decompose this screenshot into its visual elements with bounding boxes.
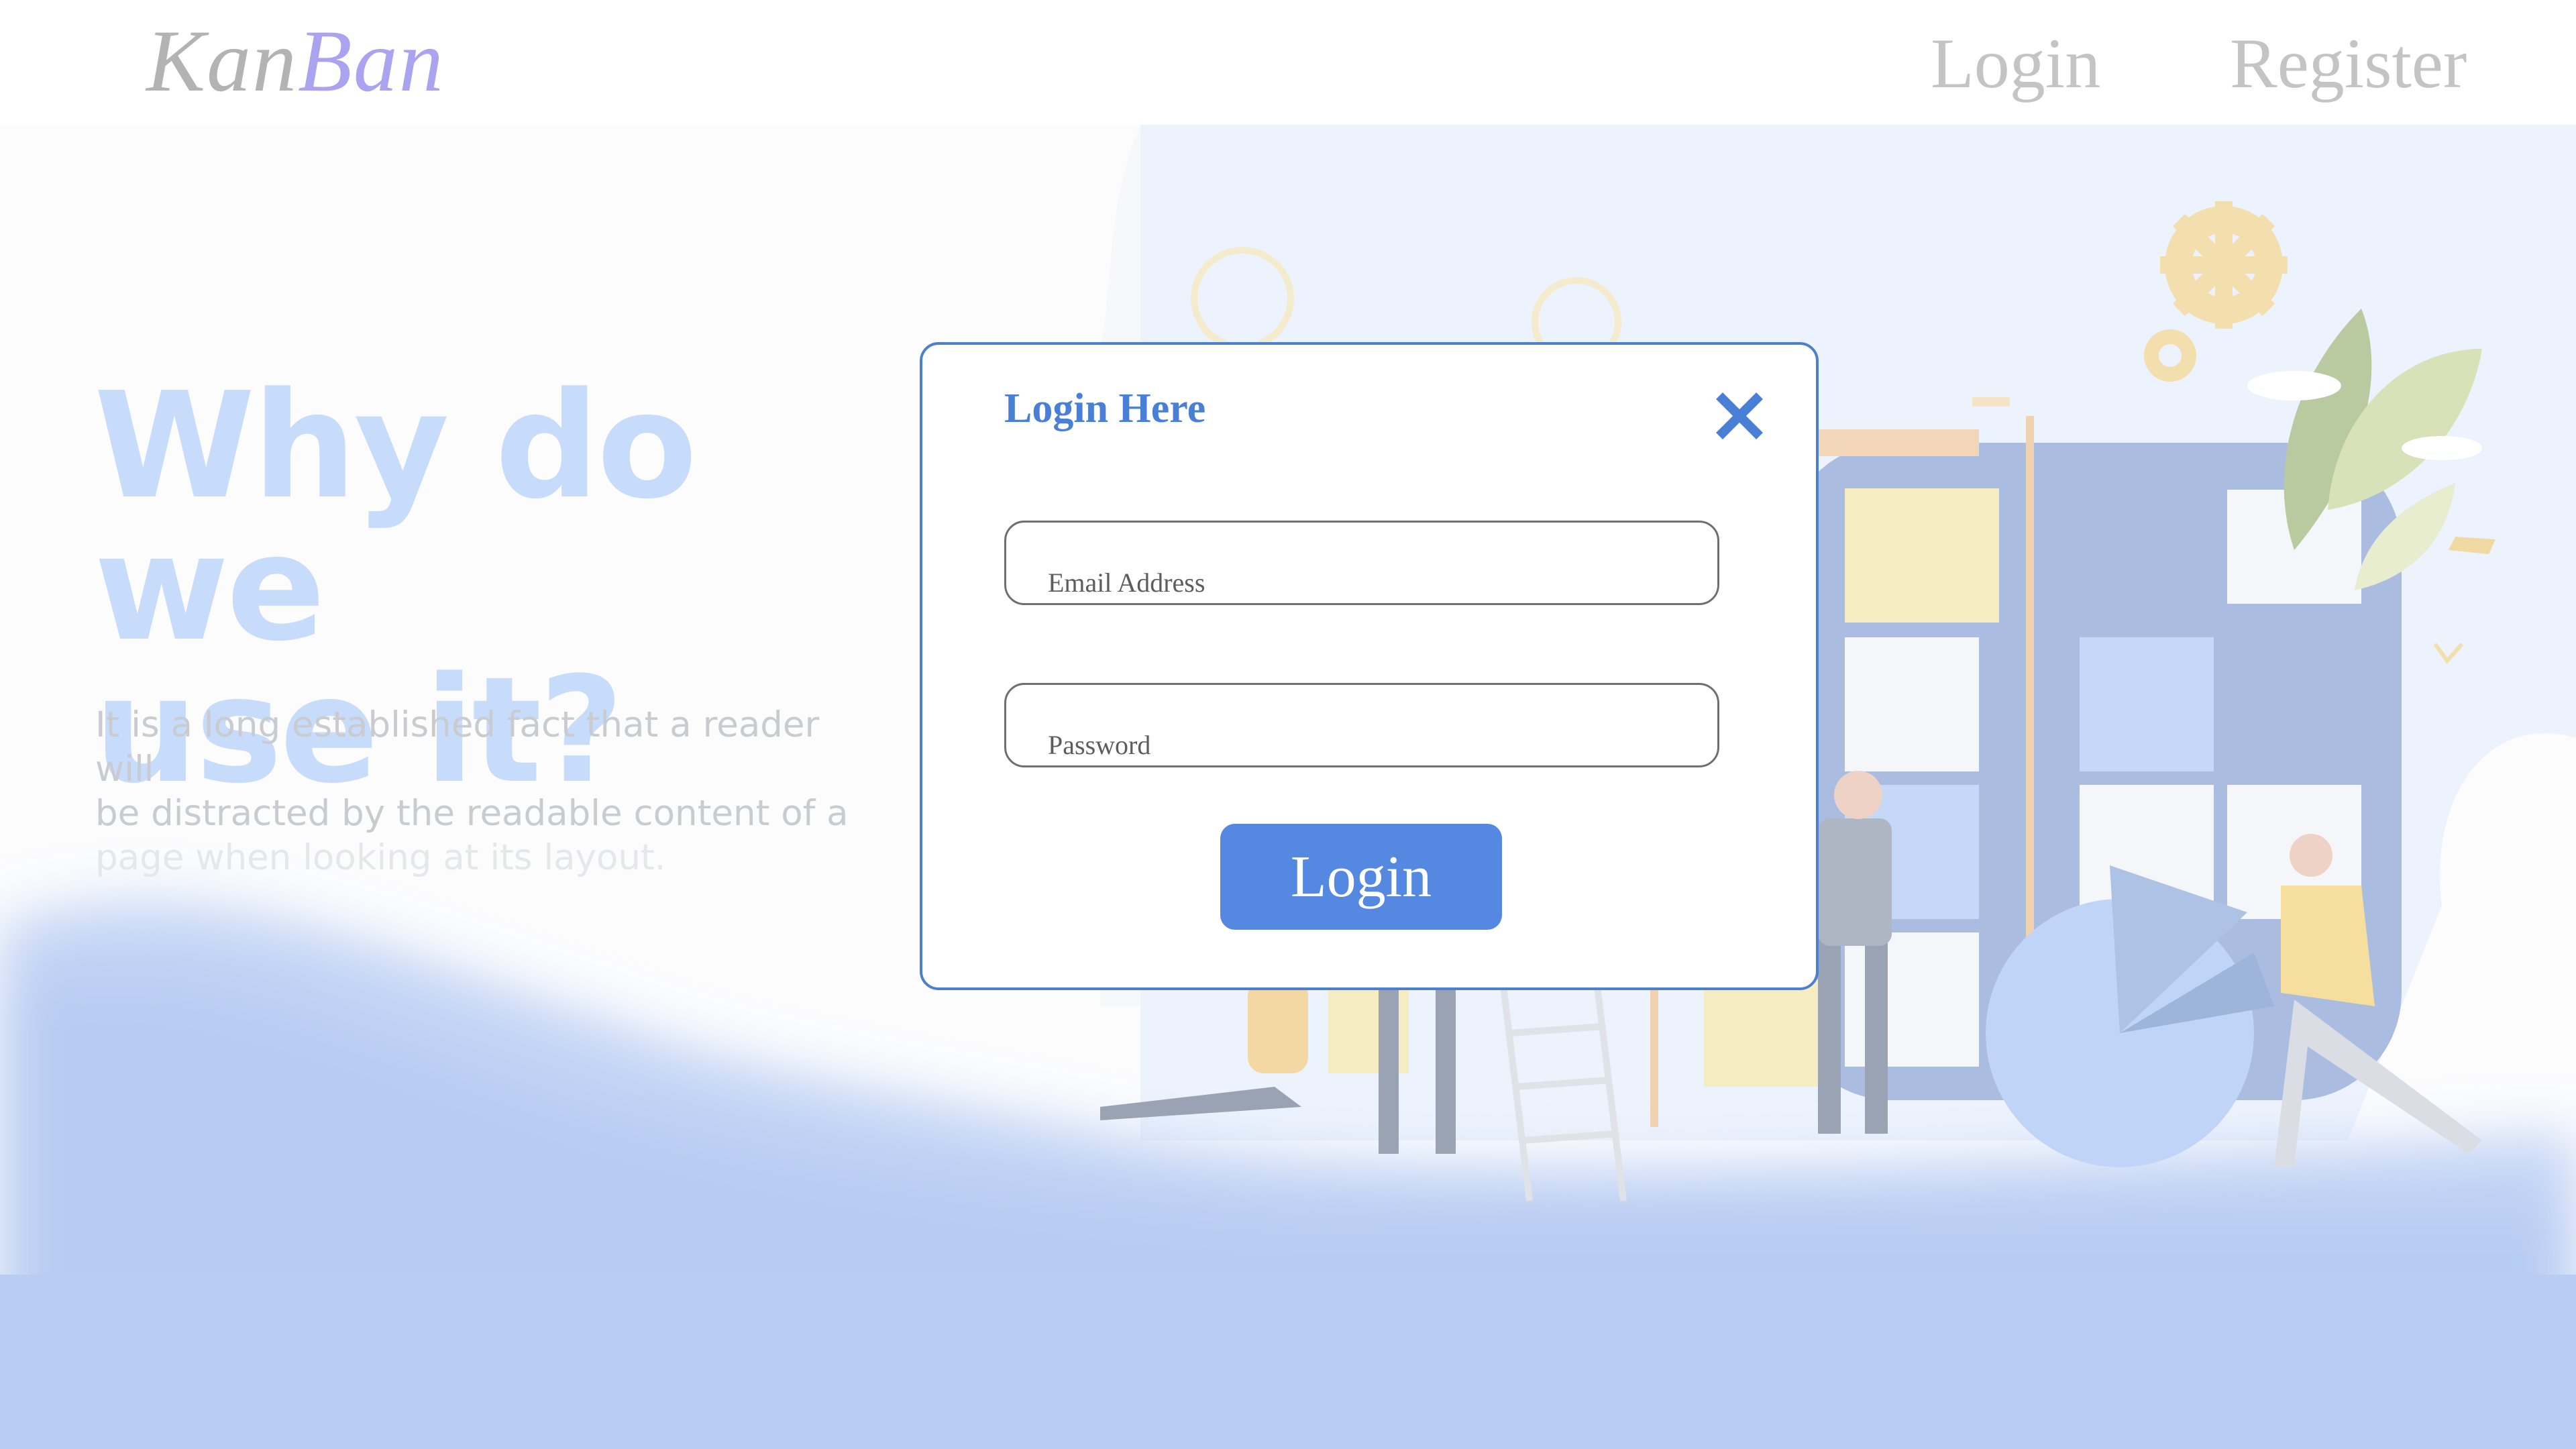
logo-part-ban: Ban bbox=[298, 11, 445, 110]
hero-description: It is a long established fact that a rea… bbox=[95, 703, 887, 880]
logo-part-kan: Kan bbox=[146, 11, 299, 110]
modal-title: Login Here bbox=[1004, 386, 1206, 431]
close-icon bbox=[1716, 392, 1763, 439]
hero-description-line-3: page when looking at its layout. bbox=[95, 837, 666, 878]
hero-description-line-2: be distracted by the readable content of… bbox=[95, 793, 849, 834]
navbar: KanBan Login Register bbox=[0, 0, 2576, 125]
login-modal: Login Here Login bbox=[920, 342, 1819, 990]
password-field-box bbox=[1004, 683, 1719, 767]
login-submit-button[interactable]: Login bbox=[1220, 824, 1502, 930]
hero-description-line-1: It is a long established fact that a rea… bbox=[95, 704, 820, 790]
close-button[interactable] bbox=[1713, 389, 1766, 443]
password-field[interactable] bbox=[1006, 685, 1717, 765]
nav-register-link[interactable]: Register bbox=[2230, 23, 2467, 105]
hero-title-line-1: Why do we bbox=[94, 362, 697, 674]
email-field[interactable] bbox=[1006, 523, 1717, 603]
logo[interactable]: KanBan bbox=[146, 9, 445, 112]
nav-login-link[interactable]: Login bbox=[1931, 23, 2100, 105]
email-field-box bbox=[1004, 521, 1719, 605]
